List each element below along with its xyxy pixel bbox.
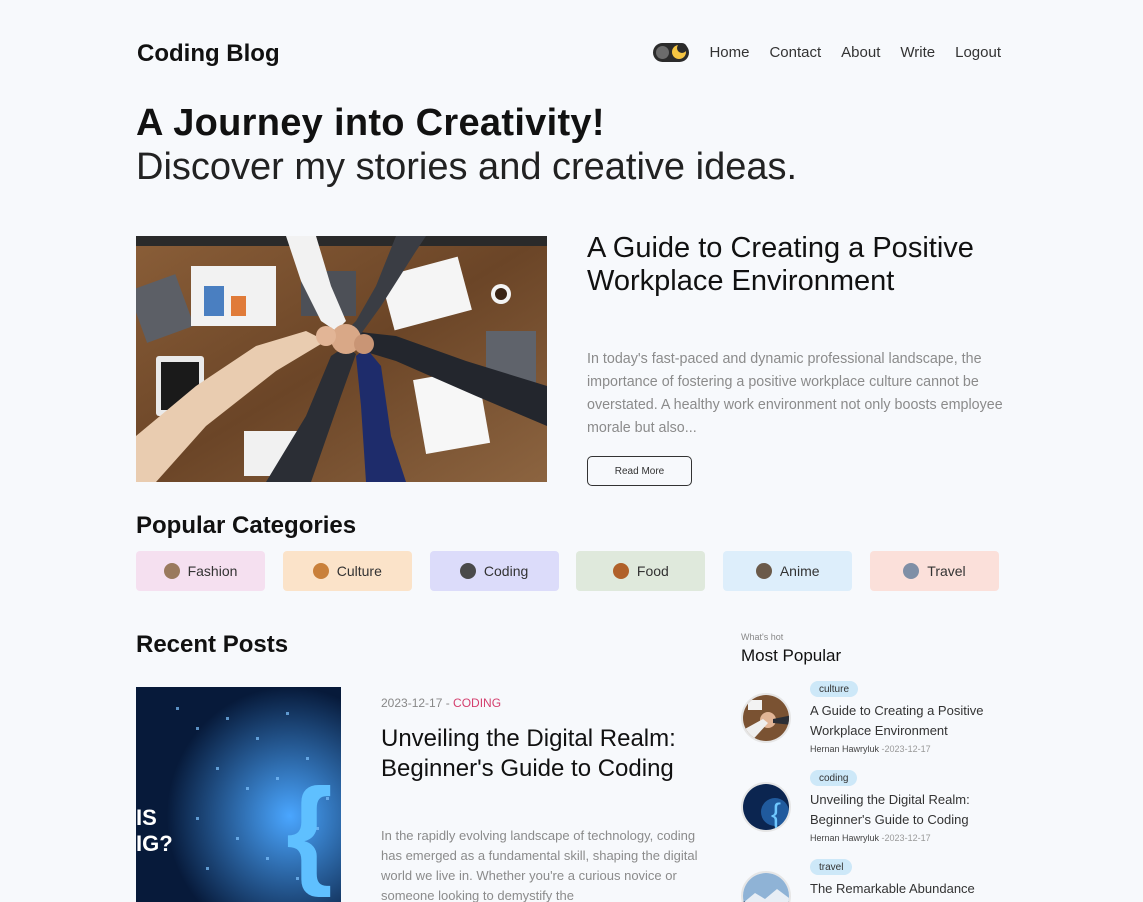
popular-item-date: -2023-12-17 <box>881 833 931 843</box>
category-fashion-button[interactable]: Fashion <box>136 551 265 591</box>
svg-text:{: { <box>771 798 781 831</box>
popular-item-avatar: { <box>741 782 791 832</box>
popular-item-title[interactable]: A Guide to Creating a Positive Workplace… <box>810 701 1010 741</box>
moon-icon <box>672 43 688 59</box>
travel-thumb <box>743 873 789 902</box>
whats-hot-label: What's hot <box>741 632 784 642</box>
category-label: Anime <box>779 563 820 579</box>
popular-item-title[interactable]: The Remarkable Abundance <box>810 879 1010 899</box>
nav-contact-link[interactable]: Contact <box>769 44 821 61</box>
popular-item[interactable]: culture A Guide to Creating a Positive W… <box>741 681 1011 761</box>
hero-subtitle: Discover my stories and creative ideas. <box>136 146 798 188</box>
post-image-text: IS IG? <box>136 805 173 856</box>
nav-about-link[interactable]: About <box>841 44 880 61</box>
theme-toggle[interactable] <box>653 43 690 62</box>
featured-post-title[interactable]: A Guide to Creating a Positive Workplace… <box>587 232 987 298</box>
popular-item-tag[interactable]: coding <box>810 770 858 786</box>
popular-item-author: Hernan Hawryluk <box>810 833 880 843</box>
category-coding-button[interactable]: Coding <box>429 551 559 591</box>
food-icon <box>612 563 629 579</box>
category-label: Culture <box>336 563 382 579</box>
hero-title: A Journey into Creativity! <box>136 102 605 144</box>
fashion-icon <box>163 563 180 579</box>
most-popular-heading: Most Popular <box>741 646 842 665</box>
site-logo[interactable]: Coding Blog <box>137 40 280 68</box>
category-list: Fashion Culture Coding Food Anime Travel <box>136 551 999 591</box>
popular-item-tag[interactable]: travel <box>810 859 853 875</box>
popular-categories-heading: Popular Categories <box>136 512 357 539</box>
post-meta: 2023-12-17 - CODING <box>381 696 501 710</box>
featured-post-excerpt: In today's fast-paced and dynamic profes… <box>587 351 1003 436</box>
popular-item[interactable]: travel The Remarkable Abundance <box>741 859 1011 902</box>
travel-icon <box>903 563 920 579</box>
svg-text:{: { <box>286 764 333 898</box>
category-label: Coding <box>483 563 529 579</box>
category-label: Travel <box>927 563 966 579</box>
post-category-label[interactable]: CODING <box>453 696 501 710</box>
popular-item-date: -2023-12-17 <box>881 744 931 754</box>
culture-icon <box>312 563 329 579</box>
popular-item-avatar <box>741 871 791 902</box>
featured-post-image[interactable] <box>136 236 547 482</box>
popular-item-title[interactable]: Unveiling the Digital Realm: Beginner's … <box>810 790 1010 830</box>
category-culture-button[interactable]: Culture <box>282 551 412 591</box>
popular-item-byline: Hernan Hawryluk -2023-12-17 <box>810 744 931 754</box>
nav-write-link[interactable]: Write <box>900 44 935 61</box>
toggle-knob <box>656 46 670 59</box>
nav-links: Home Contact About Write Logout <box>653 43 1001 62</box>
coding-thumb: { <box>743 784 789 831</box>
read-more-button[interactable]: Read More <box>587 456 692 486</box>
recent-post-title[interactable]: Unveiling the Digital Realm: Beginner's … <box>381 724 711 784</box>
category-food-button[interactable]: Food <box>576 551 706 591</box>
category-label: Fashion <box>187 563 238 579</box>
workplace-thumb <box>743 695 789 741</box>
recent-posts-heading: Recent Posts <box>136 631 289 658</box>
post-date: 2023-12-17 - <box>381 696 454 710</box>
nav-logout-link[interactable]: Logout <box>955 44 1001 61</box>
category-travel-button[interactable]: Travel <box>869 551 999 591</box>
category-label: Food <box>636 563 669 579</box>
recent-post-image[interactable]: { IS IG? <box>136 687 341 902</box>
team-hands-illustration <box>136 236 547 482</box>
popular-item-byline: Hernan Hawryluk -2023-12-17 <box>810 833 931 843</box>
anime-icon <box>755 563 772 579</box>
popular-item[interactable]: { coding Unveiling the Digital Realm: Be… <box>741 770 1011 850</box>
nav-home-link[interactable]: Home <box>709 44 749 61</box>
recent-post-excerpt: In the rapidly evolving landscape of tec… <box>381 828 698 902</box>
coding-illustration: { <box>136 687 341 902</box>
popular-item-tag[interactable]: culture <box>810 681 859 697</box>
popular-item-avatar <box>741 693 791 743</box>
category-anime-button[interactable]: Anime <box>723 551 853 591</box>
popular-item-author: Hernan Hawryluk <box>810 744 880 754</box>
coding-icon <box>459 563 476 579</box>
top-nav: Coding Blog Home Contact About Write Log… <box>137 38 1001 70</box>
